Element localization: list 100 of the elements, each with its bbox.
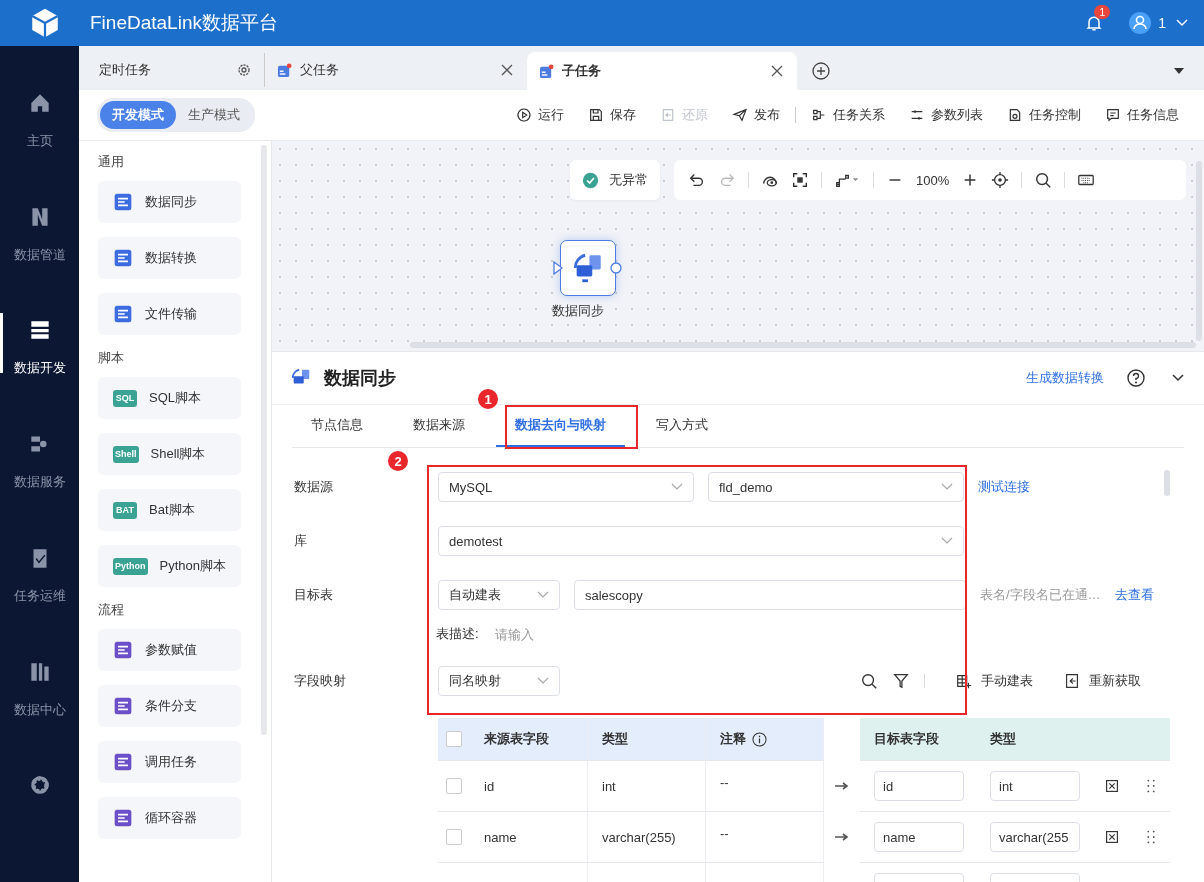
chevron-down-icon (671, 483, 683, 491)
node-type-item[interactable]: 数据转换 (98, 237, 241, 279)
undo-icon[interactable] (688, 171, 706, 189)
chevron-down-icon (941, 537, 953, 545)
node-type-item[interactable]: 条件分支 (98, 685, 241, 727)
column-header: 类型 (588, 718, 706, 760)
target-field-input[interactable]: id (874, 771, 964, 801)
action-icon (1007, 107, 1023, 123)
help-icon[interactable] (1126, 368, 1146, 388)
action-icon (732, 107, 748, 123)
user-menu[interactable]: 1 (1128, 11, 1188, 35)
generate-transform-link[interactable]: 生成数据转换 (1026, 369, 1104, 387)
table-name-input[interactable]: salescopy (574, 580, 966, 610)
node-type-item[interactable]: 文件传输 (98, 293, 241, 335)
database-select[interactable]: demotest (438, 526, 964, 556)
refresh-icon (1063, 672, 1081, 690)
table-cell: name (470, 812, 588, 862)
info-icon[interactable] (752, 731, 767, 747)
dropdown-icon[interactable] (1174, 68, 1184, 74)
close-icon[interactable] (499, 62, 515, 78)
field-label: 库 (294, 532, 308, 550)
node-type-item[interactable]: 数据同步 (98, 181, 241, 223)
table-cell: -- (706, 761, 824, 811)
node-type-item[interactable]: Python Python脚本 (98, 545, 241, 587)
input-port-icon[interactable] (553, 261, 563, 275)
add-tab-icon[interactable] (811, 61, 831, 81)
panel-tab[interactable]: 写入方式 (637, 405, 727, 447)
fit-view-icon[interactable] (791, 171, 809, 189)
node-type-item[interactable]: 参数赋值 (98, 629, 241, 671)
node-type-item[interactable]: 循环容器 (98, 797, 241, 839)
toolbar-action[interactable]: 运行 (507, 106, 573, 124)
checkbox[interactable] (446, 731, 462, 747)
target-type-input[interactable]: varchar(255 (990, 822, 1080, 852)
zoom-level: 100% (916, 172, 950, 188)
checkbox[interactable] (446, 778, 462, 794)
filter-icon[interactable] (892, 672, 910, 690)
column-header: 类型 (989, 730, 1017, 748)
create-mode-select[interactable]: 自动建表 (438, 580, 560, 610)
scrollbar[interactable] (261, 145, 267, 735)
table-cell: varchar(255) (588, 812, 706, 862)
node-type-item[interactable]: Shell Shell脚本 (98, 433, 241, 475)
step-marker: 2 (388, 451, 408, 471)
toolbar-action[interactable]: 任务关系 (802, 106, 894, 124)
field-label: 目标表 (294, 586, 334, 604)
sync-node[interactable] (560, 240, 616, 296)
toolbar-action[interactable]: 参数列表 (900, 106, 992, 124)
panel-title: 数据同步 (324, 367, 396, 390)
refresh-button[interactable]: 重新获取 (1055, 672, 1149, 690)
test-connection-link[interactable]: 测试连接 (978, 478, 1030, 496)
toolbar-action[interactable]: 保存 (579, 106, 645, 124)
nav-item[interactable]: 数据管道 (0, 199, 79, 314)
settings-icon[interactable] (236, 62, 252, 78)
table-cell: id (470, 761, 588, 811)
target-field-input[interactable]: name (874, 822, 964, 852)
nav-item[interactable]: 数据服务 (0, 427, 79, 541)
chevron-down-icon (537, 677, 549, 685)
toolbar-action[interactable]: 发布 (723, 106, 789, 124)
nav-item[interactable]: 任务运维 (0, 540, 79, 655)
task-tab[interactable]: 子任务 (527, 52, 797, 90)
script-icon: BAT (113, 501, 137, 519)
field-label: 数据源 (294, 478, 334, 496)
column-header: 目标表字段 (873, 730, 940, 748)
check-circle-icon (582, 171, 599, 189)
nav-item[interactable]: 数据开发 (0, 313, 79, 428)
toolbar-action[interactable]: 任务控制 (998, 106, 1090, 124)
script-icon: SQL (113, 389, 137, 407)
view-link[interactable]: 去查看 (1114, 586, 1154, 604)
mapping-mode-select[interactable]: 同名映射 (438, 666, 560, 696)
scrollbar[interactable] (1164, 470, 1170, 496)
connection-select[interactable]: fld_demo (708, 472, 964, 502)
action-icon (909, 107, 925, 123)
target-type-input[interactable]: int (990, 771, 1080, 801)
field-label: 字段映射 (294, 672, 347, 690)
search-icon[interactable] (860, 672, 878, 690)
panel-tab[interactable]: 节点信息 (292, 405, 382, 447)
close-icon[interactable] (769, 63, 785, 79)
node-type-item[interactable]: BAT Bat脚本 (98, 489, 241, 531)
calendar-icon (539, 63, 554, 79)
status-pill: 无异常 (570, 160, 660, 200)
nav-item[interactable]: 主页 (0, 86, 79, 200)
manual-create-button[interactable]: 手动建表 (947, 672, 1041, 690)
node-type-item[interactable]: 调用任务 (98, 741, 241, 783)
toolbar-action[interactable]: 任务信息 (1096, 106, 1188, 124)
panel-tab[interactable]: 数据去向与映射 (496, 405, 625, 447)
mode-toggle[interactable]: 开发模式 (100, 101, 176, 129)
search-icon[interactable] (1034, 171, 1053, 189)
table-cell: -- (706, 812, 824, 862)
node-type-item[interactable]: SQL SQL脚本 (98, 377, 241, 419)
arrow-right-icon (834, 831, 850, 842)
action-icon (516, 107, 532, 123)
task-tab[interactable]: 父任务 (265, 53, 527, 87)
checkbox[interactable] (446, 829, 462, 845)
locate-icon[interactable] (991, 171, 1010, 189)
source-type-select[interactable]: MySQL (438, 472, 694, 502)
output-port-icon[interactable] (610, 262, 622, 274)
hint-text: 表名/字段名已在通… (980, 586, 1101, 604)
task-tab[interactable]: 定时任务 (87, 53, 265, 87)
mode-toggle[interactable]: 生产模式 (176, 101, 252, 129)
scrollbar[interactable] (410, 342, 1196, 348)
nav-item[interactable]: 数据中心 (0, 654, 79, 769)
